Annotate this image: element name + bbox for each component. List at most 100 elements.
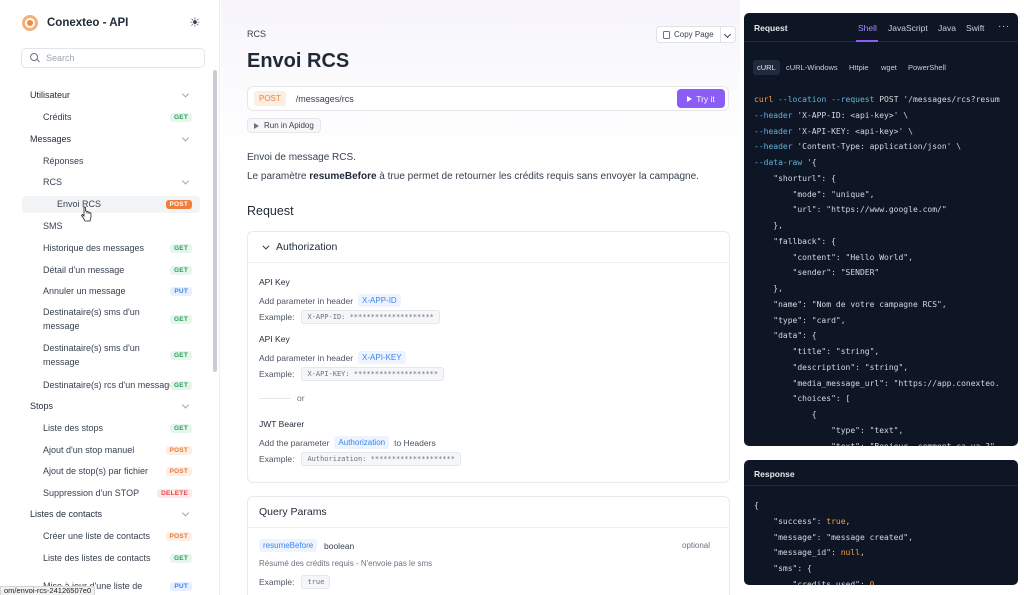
sidebar-item-label: Historique des messages (43, 242, 145, 253)
chevron-down-icon[interactable] (181, 90, 190, 98)
chevron-down-icon[interactable] (181, 401, 190, 409)
query-params-title: Query Params (248, 497, 729, 528)
play-icon (687, 95, 693, 102)
active-tab-indicator (856, 40, 878, 42)
search-icon (30, 53, 40, 63)
chevron-down-icon[interactable] (181, 134, 190, 142)
breadcrumb[interactable]: RCS (247, 29, 266, 39)
chevron-down-icon[interactable] (181, 509, 190, 517)
sidebar-item[interactable]: Destinataire(s) rcs d'un message GET (22, 377, 200, 393)
sidebar-item-label: Destinataire(s) sms d'un message (43, 343, 140, 367)
endpoint-path: /messages/rcs (295, 93, 354, 104)
request-section-title: Request (247, 204, 294, 218)
brand[interactable]: Conexteo - API (22, 15, 128, 31)
sidebar-item[interactable]: Ajout d'un stop manuel POST (22, 442, 200, 458)
tab-swift[interactable]: Swift (966, 23, 984, 33)
query-param-type: boolean (324, 541, 355, 551)
query-params-card: Query Params resumeBefore boolean option… (247, 496, 730, 595)
query-param-name: resumeBefore (259, 539, 318, 552)
run-in-apidog-button[interactable]: Run in Apidog (247, 118, 321, 133)
response-code-block[interactable]: { "success": true, "message": "message c… (754, 498, 913, 585)
sidebar-item[interactable]: Envoi RCS POST (22, 196, 200, 213)
copy-page-button[interactable]: Copy Page (657, 27, 721, 42)
chevron-down-icon[interactable] (181, 177, 190, 185)
sidebar-item[interactable]: RCS (22, 174, 200, 190)
method-badge: POST (165, 531, 192, 541)
sidebar-item[interactable]: Réponses (22, 0, 1024, 464)
sidebar-scrollbar[interactable] (213, 70, 217, 372)
sidebar-item[interactable]: Messages (22, 131, 200, 147)
status-bar-url: om/envoi-rcs-24126507e0 (0, 586, 96, 595)
sidebar-item[interactable]: Historique des messages GET (22, 240, 200, 256)
sidebar-item-label: Réponses (43, 155, 84, 166)
sidebar-item[interactable]: Ajout de stop(s) par fichier POST (22, 463, 200, 479)
request-code-block[interactable]: curl --location --request POST '/message… (754, 92, 1000, 446)
sidebar-item[interactable]: Détail d'un message GET (22, 262, 200, 278)
sidebar-item[interactable]: Stops (22, 398, 200, 414)
brand-title: Conexteo - API (47, 17, 129, 29)
sidebar-item[interactable]: Utilisateur (22, 87, 200, 103)
subtab-curl[interactable]: cURL (753, 60, 780, 75)
description-param: resumeBefore (309, 171, 377, 182)
sidebar-item[interactable]: Suppression d'un STOP DELETE (22, 485, 200, 501)
tab-java[interactable]: Java (938, 23, 956, 33)
search-input[interactable] (46, 53, 196, 63)
sidebar-item-label: Stops (30, 400, 54, 411)
authorization-header[interactable]: Authorization (248, 232, 729, 263)
subtab-wget[interactable]: wget (881, 63, 897, 72)
divider-line (744, 485, 1018, 486)
sidebar-item[interactable]: Liste des listes de contacts GET (22, 550, 200, 566)
request-code-panel: Request Shell JavaScript Java Swift ··· … (744, 13, 1018, 446)
sidebar-item[interactable]: Destinataire(s) sms d'un message GET (22, 340, 200, 370)
sidebar-item-label: RCS (43, 176, 63, 187)
response-panel-title: Response (754, 469, 795, 479)
sidebar-item[interactable]: Créer une liste de contacts POST (22, 528, 200, 544)
try-it-button[interactable]: Try it (677, 89, 725, 108)
search-box[interactable] (21, 48, 205, 68)
sidebar-item[interactable]: Destinataire(s) sms d'un message GET (22, 304, 200, 334)
tab-javascript[interactable]: JavaScript (888, 23, 928, 33)
method-badge: GET (170, 423, 192, 433)
sidebar-item[interactable]: SMS (22, 0, 1024, 529)
sidebar-item-label: Listes de contacts (30, 508, 103, 519)
response-code-panel: Response { "success": true, "message": "… (744, 460, 1018, 585)
sidebar-item[interactable]: Crédits GET (22, 109, 200, 125)
auth-add-label: Add parameter in header (259, 295, 354, 306)
tab-shell[interactable]: Shell (858, 23, 877, 33)
or-label: or (297, 393, 305, 403)
method-badge: GET (170, 243, 192, 253)
example-value: X-API-KEY: ******************** (301, 367, 445, 381)
sidebar-item[interactable]: Annuler un message PUT (22, 283, 200, 299)
subtab-powershell[interactable]: PowerShell (908, 63, 946, 72)
sidebar-item-label: SMS (43, 220, 63, 231)
subtab-curl-windows[interactable]: cURL-Windows (786, 63, 838, 72)
sun-icon[interactable]: ☀ (187, 15, 203, 31)
page-title: Envoi RCS (247, 50, 350, 72)
method-badge: GET (170, 314, 192, 324)
method-badge: GET (170, 350, 192, 360)
or-divider: or (259, 393, 369, 403)
subtab-httpie[interactable]: Httpie (849, 63, 869, 72)
copy-icon (663, 30, 670, 39)
sidebar-item-label: Ajout d'un stop manuel (43, 444, 135, 455)
example-label: Example: (259, 312, 295, 322)
chevron-down-icon[interactable] (721, 27, 735, 42)
example-label: Example: (259, 454, 295, 464)
header-param-tag: X-API-KEY (358, 351, 406, 364)
request-panel-title: Request (754, 23, 788, 33)
sidebar-item-label: Créer une liste de contacts (43, 530, 151, 541)
copy-page-control: Copy Page (656, 26, 736, 43)
more-options-icon[interactable]: ··· (998, 21, 1010, 32)
sidebar-item-label: Détail d'un message (43, 264, 125, 275)
auth-add-label: Add parameter in header (259, 352, 354, 363)
api-key-block: API Key Add parameter in header X-APP-ID … (259, 277, 440, 324)
method-badge: PUT (170, 286, 192, 296)
sidebar-item-label: Liste des stops (43, 422, 104, 433)
conexteo-logo-icon (22, 15, 38, 31)
copy-page-label: Copy Page (674, 30, 714, 39)
sidebar-item[interactable]: Liste des stops GET (22, 420, 200, 436)
sidebar-item[interactable]: Listes de contacts (22, 506, 200, 522)
sidebar-item-label: Ajout de stop(s) par fichier (43, 465, 149, 476)
authorization-card: Authorization API Key Add parameter in h… (247, 231, 730, 483)
description-text: à true permet de retourner les crédits r… (376, 171, 699, 182)
